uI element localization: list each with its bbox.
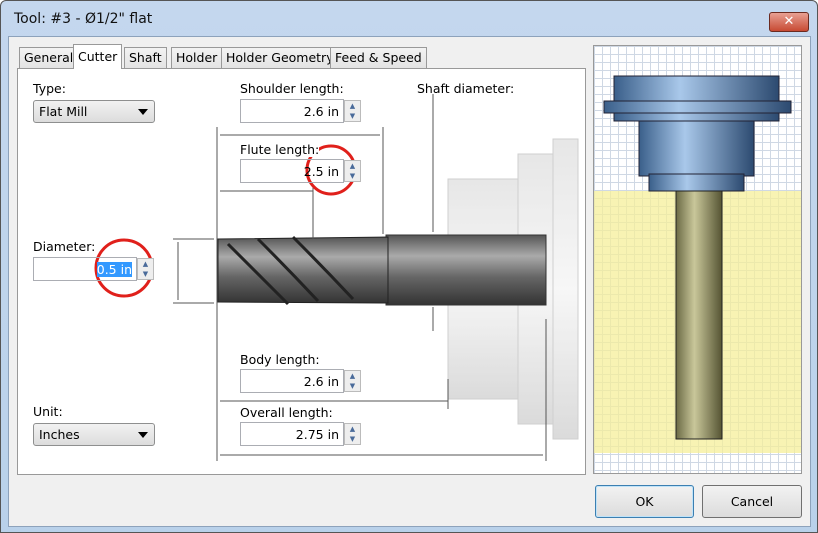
spin-down-icon[interactable]: ▼ <box>345 171 360 181</box>
type-label: Type: <box>33 81 66 96</box>
overall-length-stepper[interactable]: 2.75 in ▲ ▼ <box>240 422 362 446</box>
type-select[interactable]: Flat Mill <box>33 100 155 123</box>
spin-up-icon[interactable]: ▲ <box>345 161 360 171</box>
spin-up-icon[interactable]: ▲ <box>138 259 153 269</box>
tab-holder[interactable]: Holder <box>171 47 223 68</box>
tool-preview-drawing <box>594 75 801 453</box>
unit-label: Unit: <box>33 404 63 419</box>
unit-select[interactable]: Inches <box>33 423 155 446</box>
cutter-panel: Type: Flat Mill Shoulder length: 2.6 in ▲… <box>17 68 586 475</box>
shoulder-length-stepper[interactable]: 2.6 in ▲ ▼ <box>240 99 362 123</box>
body-length-stepper[interactable]: 2.6 in ▲ ▼ <box>240 369 362 393</box>
overall-length-label: Overall length: <box>240 405 333 420</box>
chevron-down-icon <box>138 109 148 115</box>
body-length-label: Body length: <box>240 352 320 367</box>
tab-holder-geometry[interactable]: Holder Geometry <box>221 47 339 68</box>
close-button[interactable]: ✕ <box>769 12 809 32</box>
body-length-input[interactable]: 2.6 in <box>240 369 344 393</box>
spin-down-icon[interactable]: ▼ <box>345 381 360 391</box>
window-title: Tool: #3 - Ø1/2" flat <box>14 11 153 27</box>
flute-length-stepper[interactable]: 2.5 in ▲ ▼ <box>240 159 362 183</box>
spin-down-icon[interactable]: ▼ <box>138 269 153 279</box>
tab-cutter[interactable]: Cutter <box>73 44 123 69</box>
spin-up-icon[interactable]: ▲ <box>345 424 360 434</box>
tool-preview <box>593 45 802 474</box>
chevron-down-icon <box>138 432 148 438</box>
spin-down-icon[interactable]: ▼ <box>345 111 360 121</box>
diameter-stepper[interactable]: 0.5 in ▲ ▼ <box>33 257 155 281</box>
flute-length-input[interactable]: 2.5 in <box>240 159 344 183</box>
shank <box>385 234 547 306</box>
unit-value: Inches <box>39 427 80 442</box>
ok-button[interactable]: OK <box>595 485 694 518</box>
shaft-diameter-label: Shaft diameter: <box>417 81 515 96</box>
diameter-input[interactable]: 0.5 in <box>33 257 137 281</box>
shoulder-length-label: Shoulder length: <box>240 81 344 96</box>
spin-up-icon[interactable]: ▲ <box>345 101 360 111</box>
type-value: Flat Mill <box>39 104 88 119</box>
shoulder-length-input[interactable]: 2.6 in <box>240 99 344 123</box>
dialog-window: Tool: #3 - Ø1/2" flat ✕ General Cutter S… <box>0 0 818 533</box>
overall-length-input[interactable]: 2.75 in <box>240 422 344 446</box>
flute-length-label: Flute length: <box>240 142 320 157</box>
tab-general[interactable]: General <box>19 47 79 68</box>
spin-up-icon[interactable]: ▲ <box>345 371 360 381</box>
diameter-label: Diameter: <box>33 239 96 254</box>
tab-shaft[interactable]: Shaft <box>124 47 167 68</box>
cancel-button[interactable]: Cancel <box>702 485 802 518</box>
tab-feed-speed[interactable]: Feed & Speed <box>330 47 427 68</box>
spin-down-icon[interactable]: ▼ <box>345 434 360 444</box>
